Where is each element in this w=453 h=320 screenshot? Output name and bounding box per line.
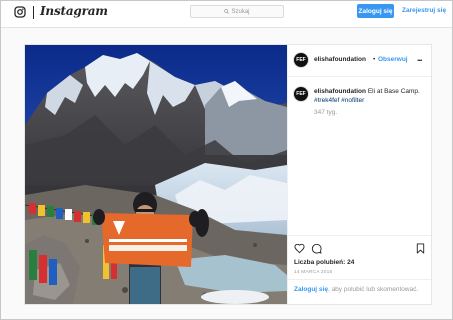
more-icon[interactable]: ... (417, 53, 422, 63)
logo-divider (33, 6, 34, 19)
post-date: 14 MARCA 2015 (294, 270, 333, 275)
follow-button[interactable]: Obserwuj (378, 56, 408, 63)
likes-label: Liczba polubień: (294, 259, 346, 266)
caption-text: Eli at Base Camp. (367, 88, 420, 95)
likes-number: 24 (347, 259, 355, 266)
likes-count[interactable]: Liczba polubień: 24 (294, 259, 354, 266)
caption-username[interactable]: elishafoundation (314, 88, 366, 95)
hashtag-link[interactable]: #nofilter (341, 97, 364, 104)
instagram-icon[interactable] (14, 6, 26, 18)
caption-time-ago: 347 tyg. (314, 109, 338, 116)
post-actions: Liczba polubień: 24 14 MARCA 2015 Zalogu… (288, 235, 431, 305)
search-input[interactable]: Szukaj (190, 5, 284, 18)
post-header: FEF elishafoundation • Obserwuj ... (288, 45, 431, 77)
caption-avatar[interactable]: FEF (294, 87, 308, 101)
signup-link[interactable]: Zarejestruj się (402, 7, 446, 14)
top-navigation-bar: Instagram Szukaj Zaloguj się Zarejestruj… (0, 0, 453, 28)
post-sidebar: FEF elishafoundation • Obserwuj ... FEF … (287, 45, 431, 304)
bookmark-icon[interactable] (415, 243, 426, 254)
heart-icon[interactable] (294, 243, 305, 254)
login-prompt: Zaloguj się, aby polubić lub skomentować… (294, 286, 418, 293)
divider (288, 279, 431, 280)
comment-icon[interactable] (311, 243, 322, 254)
photo-everest-base-camp (25, 45, 287, 304)
post-caption: elishafoundation Eli at Base Camp. #trek… (314, 87, 426, 105)
post-card: FEF elishafoundation • Obserwuj ... FEF … (24, 44, 432, 305)
login-prompt-text: , aby polubić lub skomentować. (327, 286, 419, 293)
login-link[interactable]: Zaloguj się (294, 286, 328, 293)
post-photo[interactable] (25, 45, 287, 304)
instagram-wordmark[interactable]: Instagram (40, 4, 108, 18)
separator-dot: • (373, 56, 376, 63)
search-placeholder: Szukaj (231, 8, 250, 15)
search-icon (224, 9, 230, 14)
post-username[interactable]: elishafoundation (314, 56, 366, 63)
login-button[interactable]: Zaloguj się (357, 4, 394, 18)
hashtag-link[interactable]: #trek4fef (314, 97, 339, 104)
avatar[interactable]: FEF (294, 53, 308, 67)
